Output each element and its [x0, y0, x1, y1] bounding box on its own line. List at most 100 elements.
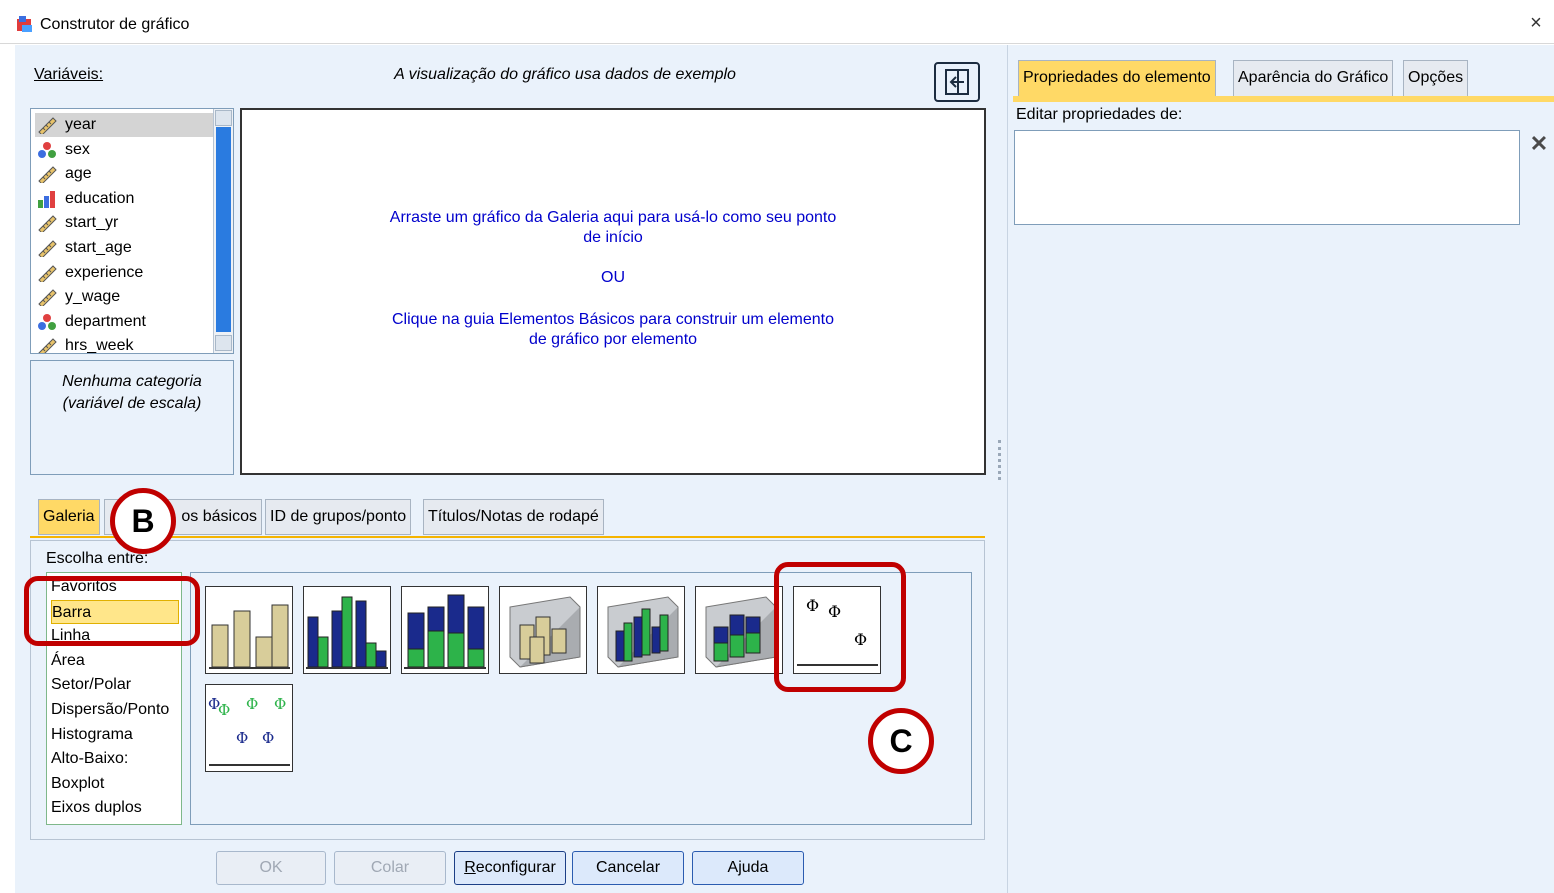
simple-3d-bar-icon	[509, 596, 581, 668]
scroll-thumb[interactable]	[216, 127, 231, 332]
clustered-error-bar-icon: Φ Φ Φ Φ Φ Φ	[208, 695, 290, 766]
variable-item[interactable]: department	[35, 310, 213, 334]
chart-type-item[interactable]: Eixos duplos	[51, 796, 179, 820]
canvas-instruction-line1: Arraste um gráfico da Galeria aqui para …	[389, 209, 837, 226]
canvas-instruction-line2: de início	[583, 229, 643, 246]
tab-element-properties[interactable]: Propriedades do elemento	[1018, 60, 1216, 98]
help-button[interactable]: Ajuda	[692, 851, 804, 885]
ok-button[interactable]: OK	[216, 851, 326, 885]
chart-type-item[interactable]: Histograma	[51, 723, 179, 747]
ruler-scale-icon	[37, 337, 57, 353]
svg-text:Φ: Φ	[218, 701, 230, 719]
tab-chart-appearance[interactable]: Aparência do Gráfico	[1233, 60, 1394, 98]
category-note-line1: Nenhuma categoria	[62, 373, 202, 390]
variables-label-text: Variáveis:	[34, 66, 104, 83]
canvas-instruction-line4: de gráfico por elemento	[528, 331, 698, 348]
stacked-bar-icon	[404, 594, 486, 669]
svg-text:Φ: Φ	[274, 695, 286, 713]
reset-button-label: econfigurar	[475, 859, 556, 876]
reset-button[interactable]: Reconfigurar	[454, 851, 566, 885]
tab-titulos-notas[interactable]: Títulos/Notas de rodapé	[423, 499, 604, 535]
ruler-scale-icon	[37, 288, 57, 308]
variable-list[interactable]: year sex age education start_yr start_ageexpe…	[30, 108, 234, 354]
svg-text:Φ: Φ	[246, 695, 258, 713]
gallery-clustered-error-bar[interactable]: Φ Φ Φ Φ Φ Φ	[205, 684, 293, 772]
ruler-scale-icon	[37, 264, 57, 284]
canvas-or-text: OU	[601, 269, 625, 286]
collapse-arrow-icon	[945, 69, 969, 95]
category-info-box: Nenhuma categoria (variável de escala)	[30, 360, 234, 475]
canvas-instruction-line3: Clique na guia Elementos Básicos para co…	[391, 311, 834, 328]
variable-list-scrollbar[interactable]	[213, 109, 233, 353]
gallery-stacked-3d-bar[interactable]	[695, 586, 783, 674]
variable-item[interactable]: age	[35, 162, 213, 186]
stacked-3d-bar-icon	[705, 596, 777, 668]
gallery-simple-bar[interactable]	[205, 586, 293, 674]
edit-properties-list[interactable]	[1014, 130, 1520, 225]
chart-type-item[interactable]: Boxplot	[51, 772, 179, 796]
chart-type-item[interactable]: Setor/Polar	[51, 673, 179, 697]
chart-type-item[interactable]: Alto-Baixo:	[51, 747, 179, 771]
variable-name: start_age	[65, 239, 132, 256]
variable-name: education	[65, 189, 135, 207]
clustered-bar-icon	[306, 596, 388, 669]
tab-galeria[interactable]: Galeria	[38, 499, 100, 535]
variable-name: department	[65, 312, 146, 330]
variable-item[interactable]: y_wage	[35, 285, 213, 309]
category-note-line2: (variável de escala)	[62, 395, 202, 412]
ruler-scale-icon	[37, 239, 57, 259]
variable-name: start_yr	[65, 214, 119, 232]
right-tab-underline	[1013, 96, 1554, 102]
edit-properties-label: Editar propriedades de:	[1016, 106, 1183, 123]
collapse-panel-button[interactable]	[934, 62, 980, 102]
chart-type-item[interactable]: Área	[51, 649, 179, 673]
tab-options[interactable]: Opções	[1403, 60, 1469, 98]
variable-item[interactable]: sex	[35, 138, 213, 162]
simple-bar-icon	[209, 604, 290, 669]
clustered-3d-bar-icon	[607, 596, 679, 668]
annotation-marker-b: B	[110, 488, 176, 554]
close-icon[interactable]: ×	[1524, 12, 1548, 36]
variable-name: experience	[65, 263, 144, 281]
title-bar: Construtor de gráfico ×	[0, 0, 1554, 44]
scroll-down-icon[interactable]	[215, 335, 232, 351]
window-title: Construtor de gráfico	[40, 16, 190, 33]
chart-builder-app-icon	[17, 16, 32, 32]
paste-button[interactable]: Colar	[334, 851, 446, 885]
gallery-clustered-3d-bar[interactable]	[597, 586, 685, 674]
splitter-grip[interactable]	[998, 440, 1001, 480]
chart-canvas-drop-zone[interactable]: Arraste um gráfico da Galeria aqui para …	[240, 108, 986, 475]
nominal-balls-icon	[37, 141, 57, 159]
tab-id-grupos-ponto[interactable]: ID de grupos/ponto	[265, 499, 412, 535]
variable-item[interactable]: start_age	[35, 236, 213, 260]
variables-label: Variáveis:	[34, 66, 103, 84]
variable-name: sex	[65, 140, 90, 158]
chart-type-item[interactable]: Dispersão/Ponto	[51, 698, 179, 722]
variable-item[interactable]: experience	[35, 261, 213, 285]
variable-name: y_wage	[65, 288, 121, 306]
reset-button-mnemonic: R	[464, 859, 476, 876]
ordinal-bars-icon	[37, 190, 57, 208]
variable-item[interactable]: start_yr	[35, 211, 213, 235]
gallery-simple-3d-bar[interactable]	[499, 586, 587, 674]
gallery-stacked-bar[interactable]	[401, 586, 489, 674]
svg-text:Φ: Φ	[236, 729, 248, 747]
variable-name: age	[65, 165, 92, 183]
variable-name: year	[65, 116, 97, 133]
annotation-marker-c: C	[868, 708, 934, 774]
preview-note: A visualização do gráfico usa dados de e…	[394, 66, 736, 83]
ruler-scale-icon	[37, 165, 57, 185]
variable-item[interactable]: education	[35, 187, 213, 211]
variable-item[interactable]: hrs_week	[35, 334, 213, 353]
gallery-clustered-bar[interactable]	[303, 586, 391, 674]
scroll-up-icon[interactable]	[215, 110, 232, 126]
tab-underline	[30, 536, 985, 538]
ruler-scale-icon	[37, 214, 57, 235]
cancel-button[interactable]: Cancelar	[572, 851, 684, 885]
annotation-highlight-error-bar	[774, 562, 906, 692]
ruler-scale-icon	[37, 116, 57, 136]
delete-element-icon[interactable]: ✕	[1526, 132, 1552, 158]
nominal-balls-icon	[37, 313, 57, 331]
annotation-highlight-bar-type	[24, 576, 200, 646]
variable-item[interactable]: year	[35, 113, 213, 137]
